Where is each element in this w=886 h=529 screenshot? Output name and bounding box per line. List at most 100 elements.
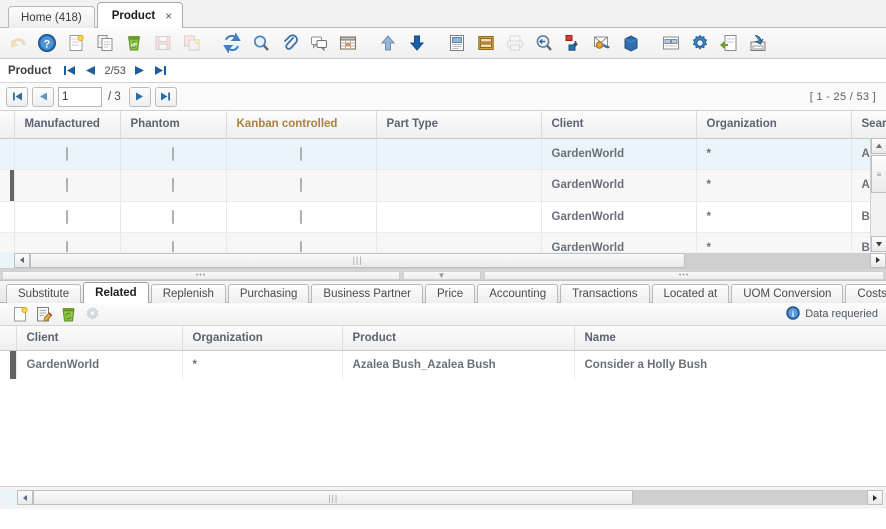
cell-manufactured[interactable] — [14, 201, 120, 232]
page-number-input[interactable] — [58, 87, 102, 107]
cell-phantom[interactable] — [120, 169, 226, 201]
tab-uom-conversion[interactable]: UOM Conversion — [731, 284, 843, 303]
delete-record-icon[interactable] — [58, 304, 79, 324]
edit-record-icon[interactable] — [34, 304, 55, 324]
cell-organization[interactable]: * — [696, 201, 851, 232]
cell-name[interactable]: Consider a Holly Bush — [574, 350, 886, 379]
scroll-up-icon[interactable] — [871, 138, 886, 154]
previous-record-icon[interactable] — [83, 64, 97, 78]
next-record-icon[interactable] — [133, 64, 147, 78]
cell-organization[interactable]: * — [696, 169, 851, 201]
cell-client[interactable]: GardenWorld — [541, 201, 696, 232]
scroll-left-icon[interactable] — [17, 490, 33, 505]
grid-vertical-scrollbar[interactable]: ≡ — [870, 138, 886, 252]
tab-substitute[interactable]: Substitute — [6, 284, 81, 303]
table-row[interactable]: GardenWorld * A — [0, 169, 886, 201]
cell-organization[interactable]: * — [696, 138, 851, 169]
pager-last-button[interactable] — [155, 87, 177, 107]
cell-product[interactable]: Azalea Bush_Azalea Bush — [342, 350, 574, 379]
tab-transactions[interactable]: Transactions — [560, 284, 649, 303]
scroll-right-icon[interactable] — [870, 253, 886, 268]
column-header-manufactured[interactable]: Manufactured — [14, 111, 120, 138]
cell-part-type[interactable] — [376, 201, 541, 232]
copy-record-icon[interactable] — [91, 29, 119, 57]
cell-phantom[interactable] — [120, 138, 226, 169]
checkbox-manufactured[interactable] — [66, 178, 68, 192]
column-header-phantom[interactable]: Phantom — [120, 111, 226, 138]
bscroll-thumb[interactable]: ||| — [33, 490, 633, 505]
parent-record-icon[interactable] — [374, 29, 402, 57]
pager-first-button[interactable] — [6, 87, 28, 107]
cell-kanban[interactable] — [226, 201, 376, 232]
column-header-product[interactable]: Product — [342, 326, 574, 350]
delete-record-icon[interactable] — [120, 29, 148, 57]
cell-part-type[interactable] — [376, 138, 541, 169]
checkbox-manufactured[interactable] — [66, 147, 68, 161]
cell-phantom[interactable] — [120, 201, 226, 232]
splitter-left-grip[interactable]: ••• — [2, 271, 400, 280]
checkbox-phantom[interactable] — [172, 147, 174, 161]
gear-icon[interactable] — [82, 304, 103, 324]
checkbox-kanban[interactable] — [300, 210, 302, 224]
attachment-icon[interactable] — [276, 29, 304, 57]
tab-business-partner[interactable]: Business Partner — [311, 284, 423, 303]
print-icon[interactable] — [501, 29, 529, 57]
cell-manufactured[interactable] — [14, 169, 120, 201]
cell-part-type[interactable] — [376, 169, 541, 201]
table-row[interactable]: GardenWorld * A — [0, 138, 886, 169]
cell-kanban[interactable] — [226, 169, 376, 201]
splitter-collapse-toggle[interactable]: ▼ — [403, 271, 481, 280]
column-header-name[interactable]: Name — [574, 326, 886, 350]
table-row[interactable]: GardenWorld * Azalea Bush_Azalea Bush Co… — [0, 350, 886, 379]
column-header-search[interactable]: Sear — [851, 111, 886, 138]
archive-icon[interactable] — [472, 29, 500, 57]
first-record-icon[interactable] — [62, 64, 76, 78]
column-header-client[interactable]: Client — [16, 326, 182, 350]
tab-price[interactable]: Price — [425, 284, 475, 303]
pager-prev-button[interactable] — [32, 87, 54, 107]
export-icon[interactable] — [715, 29, 743, 57]
scroll-left-icon[interactable] — [14, 253, 30, 268]
zoom-across-icon[interactable] — [530, 29, 558, 57]
request-icon[interactable] — [588, 29, 616, 57]
product-info-icon[interactable] — [617, 29, 645, 57]
detail-record-icon[interactable] — [403, 29, 431, 57]
last-record-icon[interactable] — [154, 64, 168, 78]
grid-toggle-icon[interactable] — [334, 29, 362, 57]
save-icon[interactable] — [149, 29, 177, 57]
close-icon[interactable]: × — [165, 10, 172, 22]
panel-splitter[interactable]: ••• ▼ ••• — [0, 269, 886, 281]
window-tab-product[interactable]: Product × — [97, 2, 183, 28]
cell-kanban[interactable] — [226, 138, 376, 169]
save-create-icon[interactable] — [178, 29, 206, 57]
cell-client[interactable]: GardenWorld — [541, 169, 696, 201]
column-header-kanban-controlled[interactable]: Kanban controlled — [226, 111, 376, 138]
checkbox-manufactured[interactable] — [66, 210, 68, 224]
pager-next-button[interactable] — [129, 87, 151, 107]
find-icon[interactable] — [247, 29, 275, 57]
checkbox-phantom[interactable] — [172, 210, 174, 224]
cell-manufactured[interactable] — [14, 138, 120, 169]
tab-accounting[interactable]: Accounting — [477, 284, 558, 303]
undo-icon[interactable] — [4, 29, 32, 57]
cell-client[interactable]: GardenWorld — [16, 350, 182, 379]
column-header-organization[interactable]: Organization — [182, 326, 342, 350]
chat-icon[interactable] — [305, 29, 333, 57]
splitter-right-grip[interactable]: ••• — [484, 271, 884, 280]
grid-horizontal-scrollbar[interactable]: ||| — [0, 252, 886, 268]
preference-icon[interactable] — [686, 29, 714, 57]
report-icon[interactable] — [443, 29, 471, 57]
bscroll-track[interactable]: ||| — [33, 490, 867, 505]
window-tab-home[interactable]: Home (418) — [8, 6, 95, 28]
scroll-right-icon[interactable] — [867, 490, 883, 505]
detail-horizontal-scrollbar[interactable]: ||| — [3, 490, 883, 505]
checkbox-phantom[interactable] — [172, 178, 174, 192]
tab-purchasing[interactable]: Purchasing — [228, 284, 310, 303]
table-row[interactable]: GardenWorld * B — [0, 201, 886, 232]
checkbox-kanban[interactable] — [300, 147, 302, 161]
column-header-client[interactable]: Client — [541, 111, 696, 138]
tab-costs[interactable]: Costs — [845, 284, 886, 303]
column-header-organization[interactable]: Organization — [696, 111, 851, 138]
tab-located-at[interactable]: Located at — [652, 284, 730, 303]
refresh-icon[interactable] — [218, 29, 246, 57]
